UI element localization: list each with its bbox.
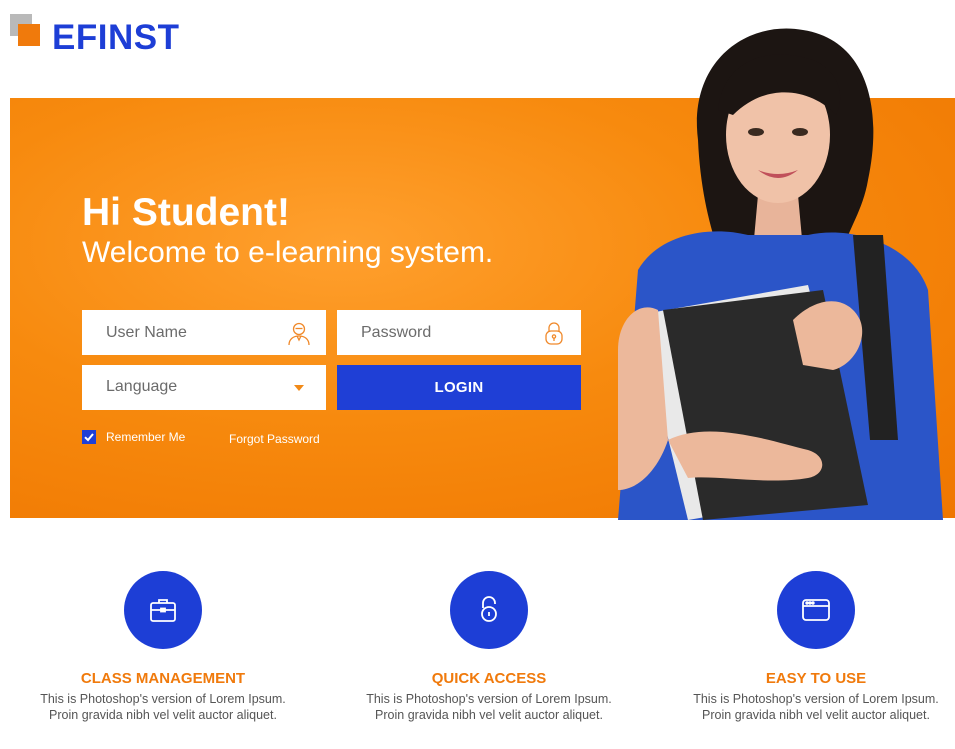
feature-class-management: CLASS MANAGEMENT This is Photoshop's ver… <box>33 571 293 723</box>
feature-icon-circle <box>450 571 528 649</box>
student-photo <box>618 28 943 520</box>
logo[interactable]: EFINST <box>10 14 230 58</box>
username-field[interactable] <box>82 310 326 355</box>
briefcase-icon <box>150 599 176 622</box>
checkmark-icon <box>82 430 96 444</box>
feature-title: EASY TO USE <box>765 670 867 687</box>
feature-description: This is Photoshop's version of Lorem Ips… <box>693 692 939 722</box>
feature-icon-circle <box>124 571 202 649</box>
logo-square-orange <box>18 24 40 46</box>
feature-title: CLASS MANAGEMENT <box>80 670 246 687</box>
username-input[interactable] <box>82 310 278 355</box>
feature-easy-to-use: EASY TO USE This is Photoshop's version … <box>686 571 946 723</box>
feature-title: QUICK ACCESS <box>431 670 547 687</box>
hero-greeting: Hi Student! <box>82 191 290 234</box>
unlock-icon <box>481 596 497 622</box>
forgot-password-link[interactable]: Forgot Password <box>229 432 320 446</box>
login-button[interactable]: LOGIN <box>337 365 581 410</box>
user-icon <box>288 322 310 346</box>
hero-welcome: Welcome to e-learning system. <box>82 236 494 269</box>
lock-icon <box>545 322 563 345</box>
password-field[interactable] <box>337 310 581 355</box>
feature-icon-circle <box>777 571 855 649</box>
language-select[interactable]: Language <box>82 365 326 410</box>
language-value: Language <box>106 378 178 395</box>
chevron-down-icon <box>294 385 304 391</box>
password-input[interactable] <box>337 310 533 355</box>
feature-description: This is Photoshop's version of Lorem Ips… <box>366 692 612 722</box>
remember-checkbox[interactable] <box>82 430 96 444</box>
browser-window-icon <box>802 599 830 621</box>
remember-label: Remember Me <box>106 430 186 444</box>
remember-me[interactable]: Remember Me <box>82 430 185 444</box>
feature-quick-access: QUICK ACCESS This is Photoshop's version… <box>359 571 619 723</box>
logo-text: EFINST <box>52 18 180 57</box>
feature-description: This is Photoshop's version of Lorem Ips… <box>40 692 286 722</box>
